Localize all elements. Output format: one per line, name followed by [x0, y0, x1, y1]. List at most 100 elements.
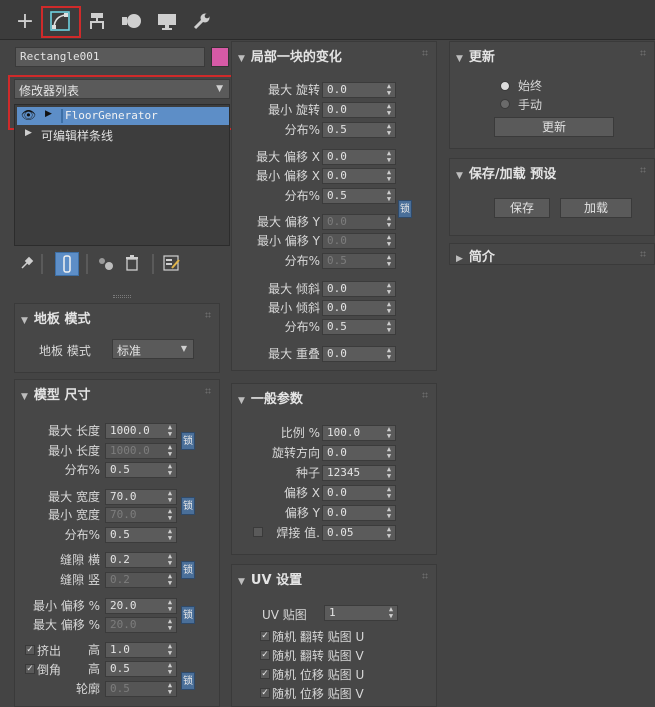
value-spinner[interactable]: 0.5 ▲ ▼ [322, 253, 396, 269]
utilities-tab-button[interactable] [187, 6, 217, 36]
stack-item-floorgenerator[interactable]: 👁 ▶ FloorGenerator [17, 107, 229, 125]
value-spinner[interactable]: 70.0 ▲ ▼ [105, 489, 177, 505]
object-name-field[interactable]: Rectangle001 [15, 47, 205, 67]
motion-tab-button[interactable] [117, 6, 147, 36]
value-spinner[interactable]: 0.5 ▲ ▼ [105, 462, 177, 478]
spinner-arrows-icon[interactable]: ▲ ▼ [166, 553, 174, 567]
spinner-arrows-icon[interactable]: ▲ ▼ [166, 599, 174, 613]
spinner-arrows-icon[interactable]: ▲ ▼ [166, 618, 174, 632]
panel-resize-handle[interactable] [113, 295, 131, 298]
make-unique-icon[interactable] [97, 256, 115, 275]
value-spinner[interactable]: 100.0 ▲ ▼ [322, 425, 396, 441]
pin-stack-icon[interactable] [20, 256, 34, 273]
spinner-arrows-icon[interactable]: ▲ ▼ [385, 215, 393, 229]
spinner-arrows-icon[interactable]: ▲ ▼ [385, 446, 393, 460]
spinner-arrows-icon[interactable]: ▲ ▼ [166, 662, 174, 676]
value-spinner[interactable]: 0.0 ▲ ▼ [322, 485, 396, 501]
weld-checkbox[interactable] [253, 527, 263, 537]
spinner-arrows-icon[interactable]: ▲ ▼ [385, 347, 393, 361]
value-spinner[interactable]: 0.0 ▲ ▼ [322, 445, 396, 461]
spinner-arrows-icon[interactable]: ▲ ▼ [385, 466, 393, 480]
rollout-grip-icon[interactable] [640, 251, 646, 257]
general-params-header[interactable]: ▼ 一般参数 [238, 388, 303, 407]
value-spinner[interactable]: 0.0 ▲ ▼ [322, 149, 396, 165]
spinner-arrows-icon[interactable]: ▲ ▼ [166, 490, 174, 504]
expand-arrow-icon[interactable]: ▶ [45, 109, 52, 119]
uv-settings-header[interactable]: ▼ UV 设置 [238, 569, 302, 588]
value-spinner[interactable]: 0.0 ▲ ▼ [322, 214, 396, 230]
floor-mode-header[interactable]: ▼ 地板 模式 [21, 308, 90, 327]
value-spinner[interactable]: 0.0 ▲ ▼ [322, 281, 396, 297]
value-spinner[interactable]: 0.05 ▲ ▼ [322, 525, 396, 541]
uv-random-checkbox[interactable]: ✓ [260, 669, 270, 679]
spinner-arrows-icon[interactable]: ▲ ▼ [166, 508, 174, 522]
value-spinner[interactable]: 0.5 ▲ ▼ [322, 188, 396, 204]
value-spinner[interactable]: 0.0 ▲ ▼ [322, 168, 396, 184]
value-spinner[interactable]: 12345 ▲ ▼ [322, 465, 396, 481]
value-spinner[interactable]: 0.5 ▲ ▼ [105, 661, 177, 677]
rollout-grip-icon[interactable] [422, 50, 428, 56]
update-manual-radio[interactable] [500, 99, 510, 109]
configure-modifier-sets-icon[interactable] [163, 255, 181, 274]
spinner-arrows-icon[interactable]: ▲ ▼ [385, 526, 393, 540]
expand-arrow-icon[interactable]: ▶ [25, 128, 32, 138]
load-preset-button[interactable]: 加载 [560, 198, 632, 218]
lock-button[interactable]: 锁 [398, 200, 412, 218]
value-spinner[interactable]: 0.0 ▲ ▼ [322, 300, 396, 316]
spinner-arrows-icon[interactable]: ▲ ▼ [385, 282, 393, 296]
hierarchy-tab-button[interactable] [82, 6, 112, 36]
spinner-arrows-icon[interactable]: ▲ ▼ [385, 301, 393, 315]
rollout-grip-icon[interactable] [640, 167, 646, 173]
spinner-arrows-icon[interactable]: ▲ ▼ [387, 606, 395, 620]
value-spinner[interactable]: 0.0 ▲ ▼ [322, 505, 396, 521]
object-color-swatch[interactable] [211, 47, 229, 67]
display-tab-button[interactable] [152, 6, 182, 36]
eye-icon[interactable]: 👁 [21, 108, 36, 122]
uv-map-spinner[interactable]: 1 ▲ ▼ [324, 605, 398, 621]
spinner-arrows-icon[interactable]: ▲ ▼ [385, 486, 393, 500]
lock-button[interactable]: 锁 [181, 497, 195, 515]
extrude-checkbox[interactable]: ✓ [25, 645, 35, 655]
stack-item-editable-spline[interactable]: ▶ 可编辑样条线 [17, 127, 229, 143]
trash-icon[interactable] [125, 255, 139, 274]
spinner-arrows-icon[interactable]: ▲ ▼ [385, 150, 393, 164]
uv-random-checkbox[interactable]: ✓ [260, 631, 270, 641]
update-header[interactable]: ▼ 更新 [456, 46, 495, 65]
lock-button[interactable]: 锁 [181, 561, 195, 579]
value-spinner[interactable]: 20.0 ▲ ▼ [105, 598, 177, 614]
value-spinner[interactable]: 1000.0 ▲ ▼ [105, 423, 177, 439]
value-spinner[interactable]: 1000.0 ▲ ▼ [105, 443, 177, 459]
spinner-arrows-icon[interactable]: ▲ ▼ [166, 528, 174, 542]
value-spinner[interactable]: 0.5 ▲ ▼ [322, 122, 396, 138]
value-spinner[interactable]: 0.0 ▲ ▼ [322, 346, 396, 362]
update-always-radio[interactable] [500, 81, 510, 91]
chamfer-checkbox[interactable]: ✓ [25, 664, 35, 674]
local-change-header[interactable]: ▼ 局部一块的变化 [238, 46, 342, 65]
spinner-arrows-icon[interactable]: ▲ ▼ [385, 234, 393, 248]
spinner-arrows-icon[interactable]: ▲ ▼ [385, 189, 393, 203]
rollout-grip-icon[interactable] [205, 388, 211, 394]
spinner-arrows-icon[interactable]: ▲ ▼ [385, 254, 393, 268]
intro-header[interactable]: ▶ 简介 [456, 246, 495, 265]
value-spinner[interactable]: 0.2 ▲ ▼ [105, 572, 177, 588]
spinner-arrows-icon[interactable]: ▲ ▼ [385, 169, 393, 183]
update-button[interactable]: 更新 [494, 117, 614, 137]
uv-random-checkbox[interactable]: ✓ [260, 688, 270, 698]
spinner-arrows-icon[interactable]: ▲ ▼ [166, 682, 174, 696]
value-spinner[interactable]: 0.2 ▲ ▼ [105, 552, 177, 568]
value-spinner[interactable]: 0.5 ▲ ▼ [105, 527, 177, 543]
spinner-arrows-icon[interactable]: ▲ ▼ [385, 506, 393, 520]
rollout-grip-icon[interactable] [422, 392, 428, 398]
value-spinner[interactable]: 0.5 ▲ ▼ [322, 319, 396, 335]
value-spinner[interactable]: 20.0 ▲ ▼ [105, 617, 177, 633]
lock-button[interactable]: 锁 [181, 432, 195, 450]
value-spinner[interactable]: 0.0 ▲ ▼ [322, 82, 396, 98]
spinner-arrows-icon[interactable]: ▲ ▼ [385, 426, 393, 440]
value-spinner[interactable]: 70.0 ▲ ▼ [105, 507, 177, 523]
create-tab-button[interactable]: + [10, 6, 40, 36]
lock-button[interactable]: 锁 [181, 606, 195, 624]
presets-header[interactable]: ▼ 保存/加载 预设 [456, 163, 556, 182]
value-spinner[interactable]: 0.0 ▲ ▼ [322, 233, 396, 249]
spinner-arrows-icon[interactable]: ▲ ▼ [385, 123, 393, 137]
value-spinner[interactable]: 0.0 ▲ ▼ [322, 102, 396, 118]
